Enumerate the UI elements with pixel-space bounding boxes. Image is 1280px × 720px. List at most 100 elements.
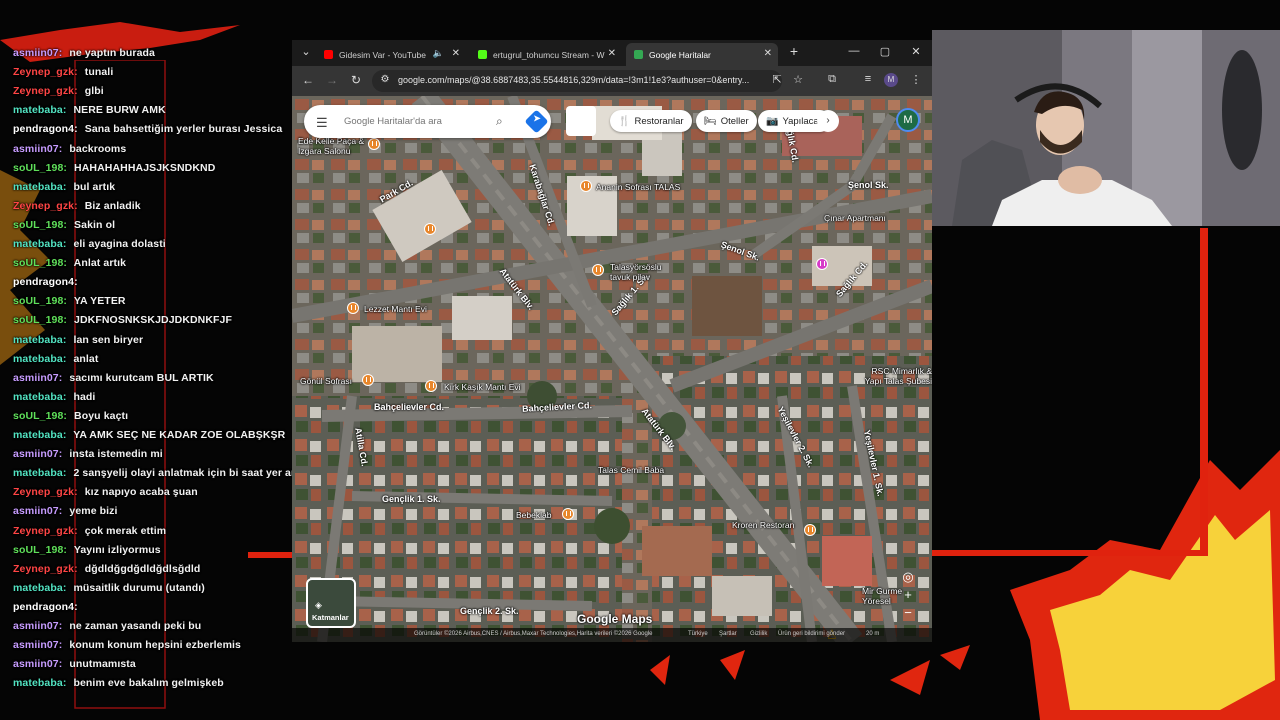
place-label[interactable]: Çınar Apartmanı (824, 213, 886, 223)
chat-username[interactable]: soUL_198: (13, 257, 67, 269)
shopping-pin-icon[interactable] (816, 258, 828, 270)
place-label[interactable]: Talasyörsöslu tavuk pilav (610, 262, 680, 282)
chat-username[interactable]: pendragon4: (13, 276, 78, 288)
maximize-button[interactable]: ▢ (877, 45, 893, 58)
reload-button[interactable]: ↻ (349, 73, 363, 87)
restaurant-pin-icon[interactable] (362, 374, 374, 386)
place-label[interactable]: RSC Mimarlık & Yapı Talas Şubesi (860, 366, 932, 386)
chat-username[interactable]: soUL_198: (13, 295, 67, 307)
chat-username[interactable]: soUL_198: (13, 544, 67, 556)
chat-username[interactable]: pendragon4: (13, 123, 78, 135)
forward-button[interactable]: → (325, 73, 339, 87)
chat-username[interactable]: matebaba: (13, 181, 66, 193)
restaurant-pin-icon[interactable] (562, 508, 574, 520)
account-avatar[interactable]: M (896, 108, 920, 132)
chat-username[interactable]: matebaba: (13, 334, 66, 346)
close-tab-icon[interactable]: ✕ (452, 48, 460, 59)
tab-kick[interactable]: ertugrul_tohumcu Stream - W ✕ (470, 43, 622, 66)
chat-username[interactable]: Zeynep_gzk: (13, 85, 78, 97)
place-label[interactable]: Bebeklab (516, 510, 551, 520)
chat-username[interactable]: matebaba: (13, 391, 66, 403)
place-label[interactable]: Ananin Sofrası TALAS (596, 182, 680, 192)
chat-username[interactable]: asmiin07: (13, 639, 62, 651)
restaurant-pin-icon[interactable] (804, 524, 816, 536)
place-label[interactable]: Ede Kelle Paça & Izgara Salonu (298, 136, 372, 156)
bookmark-star-icon[interactable]: ☆ (791, 73, 805, 86)
restaurant-pin-icon[interactable] (347, 302, 359, 314)
url-text[interactable]: google.com/maps/@38.6887483,35.5544816,3… (398, 75, 768, 85)
restaurant-pin-icon[interactable] (368, 138, 380, 150)
map-view[interactable]: Park Cd. Karabağlar Cd. Atatürk Blv. Şen… (292, 96, 932, 642)
chat-username[interactable]: matebaba: (13, 429, 66, 441)
place-label[interactable]: Kırk Kaşık Mantı Evi (444, 382, 521, 392)
terms-link[interactable]: Şartlar (719, 631, 737, 637)
chat-username[interactable]: Zeynep_gzk: (13, 66, 78, 78)
chat-username[interactable]: soUL_198: (13, 314, 67, 326)
omnibox[interactable]: ⚙ google.com/maps/@38.6887483,35.5544816… (372, 70, 782, 92)
chat-username[interactable]: asmiin07: (13, 448, 62, 460)
search-icon[interactable]: ⌕ (496, 114, 503, 129)
chat-username[interactable]: matebaba: (13, 353, 66, 365)
chip-restaurants[interactable]: 🍴 Restoranlar (610, 110, 692, 132)
new-tab-button[interactable]: + (786, 43, 802, 59)
place-label[interactable]: Gönül Sofrası (300, 376, 352, 386)
chat-username[interactable]: asmiin07: (13, 505, 62, 517)
layers-button[interactable]: ◈ Katmanlar (306, 578, 356, 628)
browser-menu-icon[interactable]: ⋮ (909, 73, 923, 86)
tab-google-maps[interactable]: Google Haritalar ✕ (626, 43, 778, 66)
place-label[interactable]: Talas Cemil Baba (598, 465, 664, 475)
chat-username[interactable]: matebaba: (13, 582, 66, 594)
chat-username[interactable]: Zeynep_gzk: (13, 486, 78, 498)
zoom-out-button[interactable]: − (896, 604, 920, 622)
place-label[interactable]: Kroren Restoran (732, 520, 794, 530)
restaurant-pin-icon[interactable] (425, 380, 437, 392)
install-app-icon[interactable]: ⇱ (770, 73, 784, 86)
speaker-icon[interactable]: 🔈 (433, 48, 444, 59)
place-label[interactable]: Lezzet Mantı Evi (364, 304, 427, 314)
chat-username[interactable]: pendragon4: (13, 601, 78, 613)
zoom-in-button[interactable]: + (896, 586, 920, 604)
restaurant-pin-icon[interactable] (424, 223, 436, 235)
chat-username[interactable]: soUL_198: (13, 219, 67, 231)
chat-username[interactable]: matebaba: (13, 467, 66, 479)
chat-username[interactable]: asmiin07: (13, 372, 62, 384)
profile-avatar[interactable]: M (884, 73, 898, 87)
chat-username[interactable]: matebaba: (13, 104, 66, 116)
maps-search-input[interactable] (344, 113, 494, 129)
chat-username[interactable]: soUL_198: (13, 410, 67, 422)
media-control-icon[interactable]: ≡ (861, 73, 875, 85)
keyboard-icon[interactable] (566, 106, 596, 136)
feedback-link[interactable]: Ürün geri bildirimi gönder (778, 631, 845, 637)
address-bar-row: ← → ↻ ⚙ google.com/maps/@38.6887483,35.5… (292, 66, 932, 96)
back-button[interactable]: ← (301, 73, 315, 87)
chat-username[interactable]: soUL_198: (13, 162, 67, 174)
chip-hotels[interactable]: 🛏 Oteller (696, 110, 757, 132)
close-window-button[interactable]: ✕ (908, 45, 924, 58)
close-tab-icon[interactable]: ✕ (764, 48, 772, 59)
tab-youtube[interactable]: Gidesim Var - YouTube 🔈 ✕ (316, 43, 466, 66)
restaurant-pin-icon[interactable] (580, 180, 592, 192)
country-link[interactable]: Türkiye (688, 631, 708, 637)
chat-username[interactable]: Zeynep_gzk: (13, 200, 78, 212)
restaurant-pin-icon[interactable] (592, 264, 604, 276)
tab-search-button[interactable]: ⌄ (298, 45, 314, 58)
chat-username[interactable]: matebaba: (13, 238, 66, 250)
chat-username[interactable]: asmiin07: (13, 658, 62, 670)
scale-label[interactable]: 20 m (866, 631, 879, 637)
chevron-right-icon[interactable]: › (817, 110, 839, 132)
chat-username[interactable]: asmiin07: (13, 620, 62, 632)
extensions-icon[interactable]: ⧉ (825, 73, 839, 86)
chat-username[interactable]: Zeynep_gzk: (13, 525, 78, 537)
chat-username[interactable]: matebaba: (13, 677, 66, 689)
close-tab-icon[interactable]: ✕ (608, 48, 616, 59)
privacy-link[interactable]: Gizlilik (750, 631, 767, 637)
minimize-button[interactable]: — (846, 45, 862, 57)
chat-username[interactable]: Zeynep_gzk: (13, 563, 78, 575)
chat-username[interactable]: asmiin07: (13, 143, 62, 155)
my-location-icon[interactable]: ◎ (896, 568, 920, 586)
site-info-icon[interactable]: ⚙ (378, 74, 392, 85)
maps-search-box[interactable]: ☰ ⌕ ➤ (304, 105, 551, 138)
chat-username[interactable]: asmiin07: (13, 47, 62, 59)
directions-icon[interactable]: ➤ (524, 109, 549, 134)
menu-icon[interactable]: ☰ (316, 115, 328, 131)
